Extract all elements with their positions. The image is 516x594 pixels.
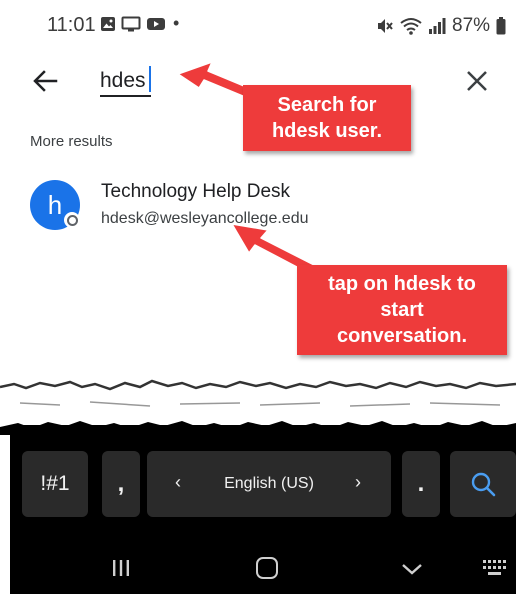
- recent-apps-icon[interactable]: [110, 557, 132, 579]
- status-time: 11:01: [47, 14, 96, 36]
- gallery-icon: [101, 17, 115, 31]
- contact-result-item[interactable]: h Technology Help Desk hdesk@wesleyancol…: [0, 168, 516, 238]
- screen-cast-icon: [121, 16, 141, 32]
- chevron-down-icon[interactable]: [400, 558, 424, 580]
- wifi-icon: [400, 18, 422, 35]
- callout-search-line: hdesk user.: [271, 120, 383, 142]
- home-icon[interactable]: [256, 557, 278, 579]
- chevron-left-icon: ‹: [175, 472, 181, 492]
- close-icon[interactable]: [464, 68, 490, 94]
- callout-tap-line: start: [380, 299, 424, 321]
- callout-search-line: Search for: [277, 94, 377, 116]
- keyboard-icon[interactable]: [482, 559, 508, 577]
- comma-key[interactable]: ,: [102, 451, 140, 517]
- battery-icon: [496, 17, 506, 35]
- keyboard: !#1 , ‹ English (US) › .: [10, 425, 516, 594]
- text-caret: [149, 66, 151, 92]
- status-bar: 11:01 • 87%: [0, 0, 516, 52]
- callout-tap-line: conversation.: [336, 325, 468, 347]
- notification-icons: [100, 16, 166, 32]
- search-text-underline: [100, 95, 151, 97]
- language-label: English (US): [224, 475, 314, 492]
- contact-email: hdesk@wesleyancollege.edu: [101, 210, 309, 227]
- search-key[interactable]: [450, 451, 516, 517]
- back-arrow-icon[interactable]: [30, 66, 60, 96]
- battery-level: 87%: [452, 15, 491, 36]
- section-label-more-results: More results: [30, 133, 113, 150]
- callout-tap-instruction: tap on hdesk to start conversation.: [297, 265, 507, 355]
- chevron-right-icon: ›: [355, 472, 361, 492]
- youtube-icon: [147, 18, 165, 30]
- system-status-icons: 87%: [376, 15, 506, 37]
- period-key[interactable]: .: [402, 451, 440, 517]
- contact-name: Technology Help Desk: [101, 181, 291, 202]
- status-badge: [64, 212, 80, 228]
- space-bar-key[interactable]: ‹ English (US) ›: [147, 451, 391, 517]
- callout-tap-line: tap on hdesk to: [328, 273, 476, 295]
- signal-icon: [429, 18, 446, 34]
- mute-icon: [378, 19, 393, 33]
- navigation-bar: [10, 545, 516, 594]
- symbols-key[interactable]: !#1: [22, 451, 88, 517]
- status-more-dot: •: [173, 13, 180, 33]
- callout-search-instruction: Search for hdesk user.: [243, 85, 411, 151]
- search-icon: [471, 472, 496, 497]
